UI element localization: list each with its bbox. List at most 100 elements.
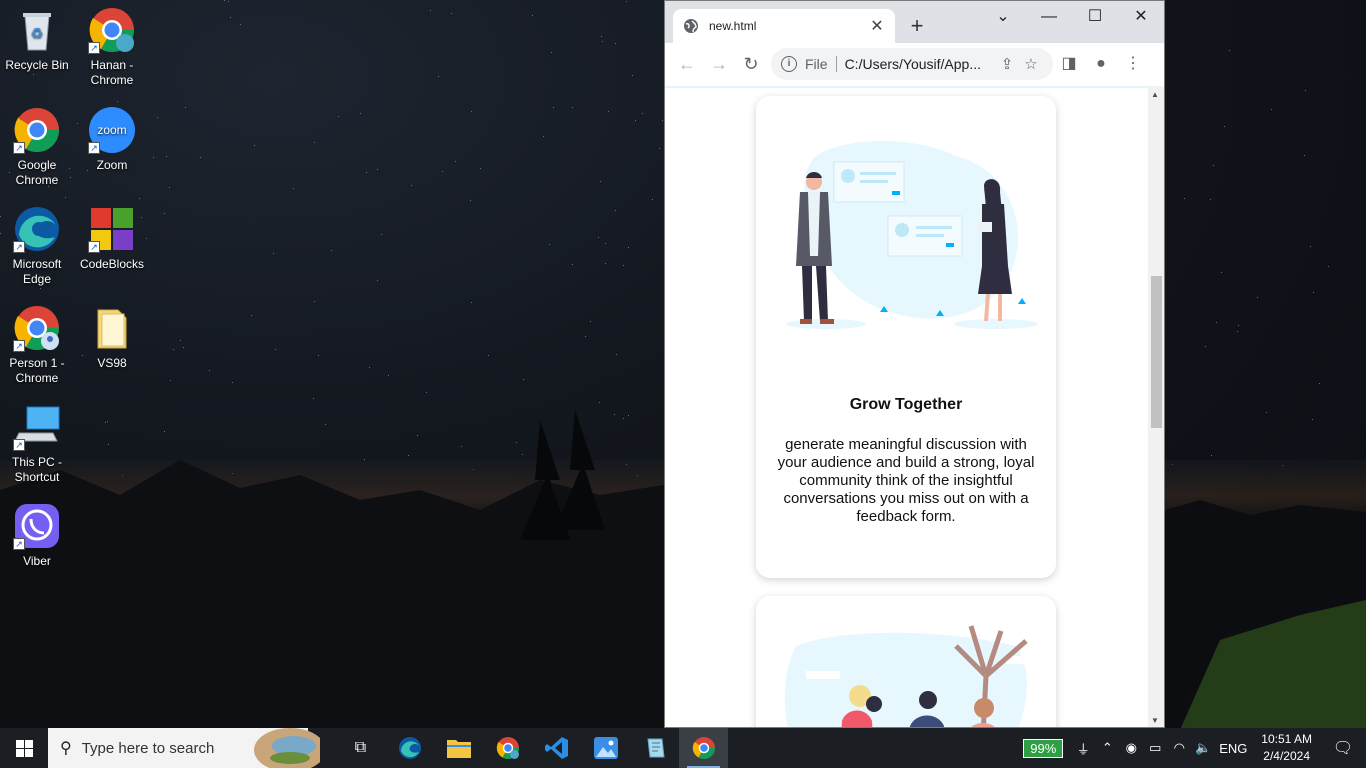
power-plug-icon[interactable]: ⏚ xyxy=(1071,739,1095,758)
star xyxy=(1205,346,1206,347)
desktop-icon-zoom[interactable]: zoom ↗ Zoom xyxy=(75,106,149,173)
browser-titlebar[interactable]: new.html ✕ + ⌄ — ☐ ✕ xyxy=(665,1,1164,43)
taskbar-chrome-profile[interactable] xyxy=(483,728,532,768)
battery-icon[interactable]: ▭ xyxy=(1143,740,1167,756)
task-view-button[interactable]: ⧉ xyxy=(336,728,385,768)
desktop-icon-vs98[interactable]: VS98 xyxy=(75,304,149,371)
bookmark-star-icon[interactable]: ☆ xyxy=(1019,55,1043,73)
star xyxy=(318,355,319,356)
star xyxy=(1238,325,1239,326)
taskbar-notepad[interactable] xyxy=(630,728,679,768)
scrollbar-thumb[interactable] xyxy=(1151,276,1162,428)
star xyxy=(471,111,472,112)
volume-icon[interactable]: 🔈 xyxy=(1191,740,1215,756)
desktop-icon-google-chrome[interactable]: ↗ Google Chrome xyxy=(0,106,74,188)
tab-search-chevron-icon[interactable]: ⌄ xyxy=(980,5,1026,33)
desktop-icon-label: Person 1 - Chrome xyxy=(9,356,65,385)
webcam-icon[interactable]: ◉ xyxy=(1119,740,1143,756)
star xyxy=(411,185,412,186)
menu-kebab-icon[interactable]: ⋮ xyxy=(1117,48,1149,80)
start-button[interactable] xyxy=(0,728,48,768)
star xyxy=(314,301,315,302)
address-bar[interactable]: i File C:/Users/Yousif/App... ⇪ ☆ xyxy=(771,48,1053,80)
battery-percentage[interactable]: 99% xyxy=(1023,738,1064,758)
taskbar-vscode[interactable] xyxy=(532,728,581,768)
star xyxy=(200,157,201,158)
search-highlight-image xyxy=(254,728,320,768)
star xyxy=(228,1,229,2)
star xyxy=(652,199,653,200)
viber-icon: ↗ xyxy=(13,502,61,550)
star xyxy=(388,375,389,376)
task-view-icon: ⧉ xyxy=(354,739,367,756)
desktop-icon-label: Google Chrome xyxy=(15,158,59,187)
star xyxy=(605,263,606,264)
star xyxy=(377,169,378,170)
recycle-bin-icon: ♻ xyxy=(13,6,61,54)
scroll-down-arrow-icon[interactable]: ▼ xyxy=(1151,716,1159,725)
tab-new-html[interactable]: new.html ✕ xyxy=(673,9,895,43)
star xyxy=(209,370,210,371)
notifications-icon[interactable]: 🗨 xyxy=(1320,738,1366,758)
desktop-icon-viber[interactable]: ↗ Viber xyxy=(0,502,74,569)
browser-window[interactable]: new.html ✕ + ⌄ — ☐ ✕ ← → ↻ i File C:/Use… xyxy=(664,0,1165,728)
star xyxy=(451,13,452,14)
reload-button[interactable]: ↻ xyxy=(735,48,767,80)
taskbar-google-chrome[interactable] xyxy=(679,728,728,768)
star xyxy=(338,116,339,117)
desktop-icon-hanan-chrome[interactable]: ↗ Hanan - Chrome xyxy=(75,6,149,88)
share-icon[interactable]: ⇪ xyxy=(995,55,1019,73)
vertical-scrollbar[interactable]: ▲ ▼ xyxy=(1148,86,1164,727)
chrome-icon xyxy=(692,737,715,759)
desktop-icon-microsoft-edge[interactable]: ↗ Microsoft Edge xyxy=(0,205,74,287)
show-hidden-icons-chevron-icon[interactable]: ⌃ xyxy=(1095,740,1119,756)
star xyxy=(1229,50,1230,51)
star xyxy=(438,76,439,77)
maximize-button[interactable]: ☐ xyxy=(1072,5,1118,33)
taskbar-photos[interactable] xyxy=(581,728,630,768)
desktop-icon-this-pc[interactable]: ↗ This PC - Shortcut xyxy=(0,403,74,485)
desktop-icon-label: This PC - Shortcut xyxy=(11,455,62,484)
edge-icon xyxy=(398,737,421,759)
star xyxy=(553,107,554,108)
scroll-up-arrow-icon[interactable]: ▲ xyxy=(1151,90,1159,99)
back-button[interactable]: ← xyxy=(671,48,703,80)
close-window-button[interactable]: ✕ xyxy=(1118,5,1164,33)
url-text[interactable]: C:/Users/Yousif/App... xyxy=(845,56,995,72)
svg-text:♻: ♻ xyxy=(31,26,44,42)
desktop-icon-person1-chrome[interactable]: ↗ Person 1 - Chrome xyxy=(0,304,74,386)
star xyxy=(185,107,186,108)
star xyxy=(549,244,550,245)
taskbar-edge[interactable] xyxy=(385,728,434,768)
star xyxy=(1221,272,1222,273)
profile-avatar-icon[interactable]: ● xyxy=(1085,48,1117,80)
star xyxy=(632,75,633,76)
new-tab-button[interactable]: + xyxy=(905,13,929,39)
forward-button[interactable]: → xyxy=(703,48,735,80)
info-icon[interactable]: i xyxy=(781,56,797,72)
star xyxy=(488,355,489,356)
star xyxy=(251,315,252,316)
clock[interactable]: 10:51 AM 2/4/2024 xyxy=(1261,731,1312,765)
taskbar-search-box[interactable]: ⚲ Type here to search xyxy=(48,728,320,768)
people-discussion-illustration xyxy=(786,141,1038,329)
language-indicator[interactable]: ENG xyxy=(1215,741,1251,756)
star xyxy=(642,113,643,114)
star xyxy=(572,264,573,265)
wifi-icon[interactable]: ◠ xyxy=(1167,740,1191,756)
side-panel-icon[interactable]: ◨ xyxy=(1053,48,1085,80)
taskbar-file-explorer[interactable] xyxy=(434,728,483,768)
browser-toolbar: ← → ↻ i File C:/Users/Yousif/App... ⇪ ☆ … xyxy=(665,43,1164,85)
page-content[interactable]: Grow Together generate meaningful discus… xyxy=(665,86,1149,727)
star xyxy=(605,243,606,244)
minimize-button[interactable]: — xyxy=(1026,5,1072,33)
card-title: Grow Together xyxy=(849,396,963,413)
star xyxy=(117,101,118,102)
star xyxy=(585,336,586,337)
desktop-icon-recycle-bin[interactable]: ♻ Recycle Bin xyxy=(0,6,74,73)
star xyxy=(314,142,315,143)
star xyxy=(628,247,629,248)
tab-close-icon[interactable]: ✕ xyxy=(869,16,885,36)
desktop-icon-codeblocks[interactable]: ↗ CodeBlocks xyxy=(75,205,149,272)
chrome-profile-icon: ↗ xyxy=(88,6,136,54)
